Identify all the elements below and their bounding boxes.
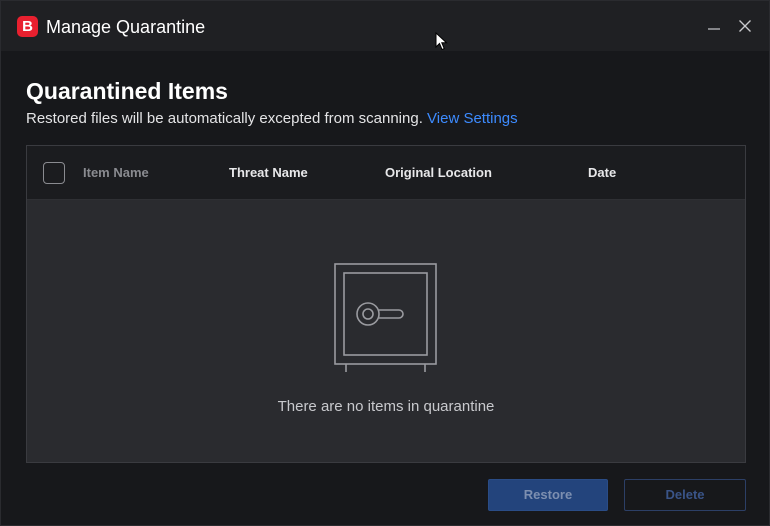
delete-button[interactable]: Delete: [624, 479, 746, 511]
table-header: Item Name Threat Name Original Location …: [27, 146, 745, 200]
mouse-cursor-icon: [435, 32, 448, 51]
description-text: Restored files will be automatically exc…: [26, 110, 423, 127]
manage-quarantine-window: B Manage Quarantine Quarantined Items Re…: [0, 0, 770, 526]
app-logo-icon: B: [17, 16, 38, 37]
close-icon: [739, 20, 751, 32]
view-settings-link[interactable]: View Settings: [427, 110, 518, 127]
window-title: Manage Quarantine: [46, 17, 206, 37]
minimize-button[interactable]: [701, 13, 727, 39]
empty-state: There are no items in quarantine: [27, 199, 745, 462]
column-header-item-name[interactable]: Item Name: [83, 165, 149, 181]
page-title: Quarantined Items: [26, 78, 228, 104]
quarantine-table: Item Name Threat Name Original Location …: [26, 145, 746, 463]
column-header-date[interactable]: Date: [588, 165, 616, 181]
minimize-icon: [708, 28, 720, 30]
title-bar: B Manage Quarantine: [1, 1, 769, 51]
select-all-checkbox[interactable]: [43, 162, 65, 184]
restore-button[interactable]: Restore: [488, 479, 608, 511]
column-header-threat-name[interactable]: Threat Name: [229, 165, 308, 181]
empty-state-message: There are no items in quarantine: [277, 398, 495, 415]
page-description: Restored files will be automatically exc…: [26, 109, 518, 129]
safe-vault-icon: [334, 263, 437, 372]
column-header-original-location[interactable]: Original Location: [385, 165, 492, 181]
close-button[interactable]: [732, 13, 758, 39]
